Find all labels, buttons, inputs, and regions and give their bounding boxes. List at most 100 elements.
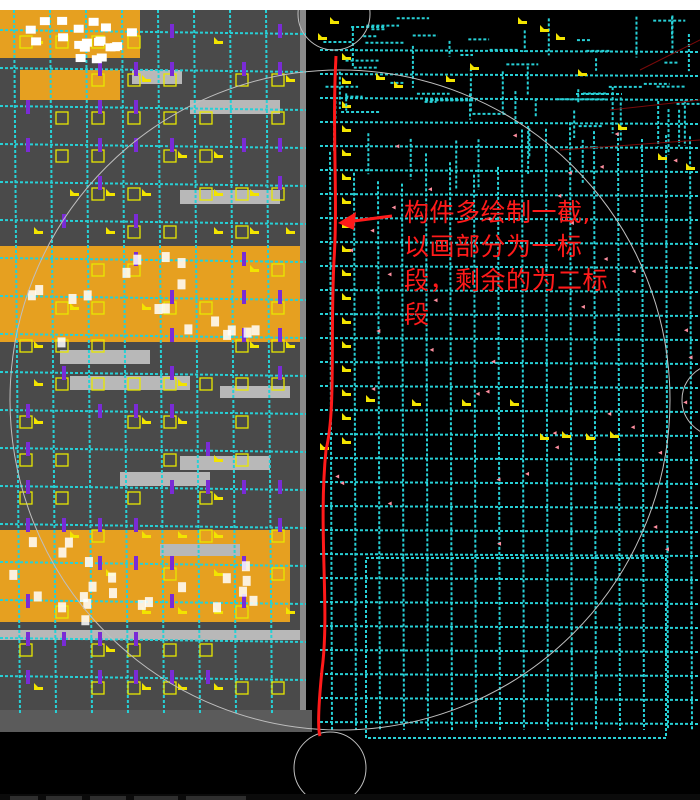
gray-beam: [220, 386, 290, 398]
building-section-one: [0, 10, 312, 732]
white-label: [122, 267, 131, 278]
purple-column: [170, 404, 174, 418]
purple-column: [134, 670, 138, 684]
white-label: [27, 290, 36, 301]
layout-tab-2[interactable]: [46, 796, 82, 800]
purple-column: [278, 176, 282, 190]
purple-column: [26, 632, 30, 646]
orange-block: [20, 70, 120, 100]
white-label: [31, 37, 42, 46]
purple-column: [134, 518, 138, 532]
purple-column: [278, 518, 282, 532]
layout-tab-3[interactable]: [90, 796, 126, 800]
building-edge: [300, 10, 306, 732]
status-bar: [0, 794, 700, 800]
window-top-bar: [0, 0, 700, 10]
purple-column: [98, 404, 102, 418]
purple-column: [278, 366, 282, 380]
white-label: [184, 324, 193, 335]
purple-column: [26, 518, 30, 532]
white-label: [177, 258, 186, 269]
purple-column: [26, 442, 30, 456]
purple-column: [134, 62, 138, 76]
purple-column: [206, 442, 210, 456]
purple-column: [26, 138, 30, 152]
white-label: [88, 17, 99, 26]
gray-beam: [120, 472, 210, 486]
white-label: [227, 325, 236, 336]
white-label: [108, 588, 117, 599]
white-label: [251, 325, 260, 336]
purple-column: [278, 24, 282, 38]
white-label: [39, 17, 50, 26]
gray-beam: [60, 350, 150, 364]
white-label: [75, 54, 86, 63]
white-label: [33, 591, 42, 602]
white-label: [161, 252, 170, 263]
purple-column: [278, 480, 282, 494]
white-label: [211, 316, 220, 327]
purple-column: [98, 556, 102, 570]
white-label: [126, 28, 137, 37]
white-label: [88, 581, 97, 592]
white-label: [73, 24, 84, 33]
white-label: [96, 53, 107, 62]
purple-column: [206, 670, 210, 684]
annotation-text: 构件多绘制一截, 以画部分为一标 段，剩余的为二标 段: [404, 196, 694, 332]
annotation-line-4: 段: [404, 300, 430, 329]
white-label: [212, 602, 221, 613]
purple-column: [242, 480, 246, 494]
layout-tab-5[interactable]: [186, 796, 246, 800]
white-label: [154, 304, 163, 315]
purple-column: [62, 632, 66, 646]
white-label: [57, 337, 66, 348]
purple-column: [134, 632, 138, 646]
purple-column: [278, 290, 282, 304]
white-label: [144, 597, 153, 608]
purple-column: [26, 100, 30, 114]
purple-column: [98, 62, 102, 76]
purple-column: [170, 480, 174, 494]
white-label: [242, 575, 251, 586]
purple-column: [278, 62, 282, 76]
purple-column: [26, 670, 30, 684]
purple-column: [134, 404, 138, 418]
purple-column: [170, 138, 174, 152]
white-label: [83, 598, 92, 609]
white-label: [58, 33, 69, 42]
purple-column: [170, 62, 174, 76]
building-floor: [0, 10, 300, 732]
purple-column: [98, 138, 102, 152]
purple-column: [170, 24, 174, 38]
white-label: [68, 293, 77, 304]
purple-column: [98, 176, 102, 190]
purple-column: [62, 366, 66, 380]
purple-column: [98, 670, 102, 684]
cad-drawing-canvas[interactable]: [0, 10, 700, 794]
purple-column: [278, 138, 282, 152]
purple-column: [62, 518, 66, 532]
purple-column: [170, 594, 174, 608]
white-label: [84, 557, 93, 568]
purple-column: [242, 62, 246, 76]
annotation-line-3: 段，剩余的为二标: [404, 266, 609, 295]
white-label: [9, 569, 18, 580]
purple-column: [98, 518, 102, 532]
white-label: [238, 586, 247, 597]
purple-column: [26, 404, 30, 418]
white-label: [112, 42, 123, 51]
white-label: [161, 303, 170, 314]
purple-column: [278, 328, 282, 342]
white-label: [100, 23, 111, 32]
white-label: [241, 561, 250, 572]
purple-column: [170, 670, 174, 684]
layout-tab-4[interactable]: [134, 796, 178, 800]
white-label: [58, 602, 67, 613]
purple-column: [242, 138, 246, 152]
layout-tab-1[interactable]: [10, 796, 38, 800]
purple-column: [170, 366, 174, 380]
purple-column: [26, 594, 30, 608]
purple-column: [134, 556, 138, 570]
white-label: [177, 279, 186, 290]
white-label: [95, 36, 106, 45]
